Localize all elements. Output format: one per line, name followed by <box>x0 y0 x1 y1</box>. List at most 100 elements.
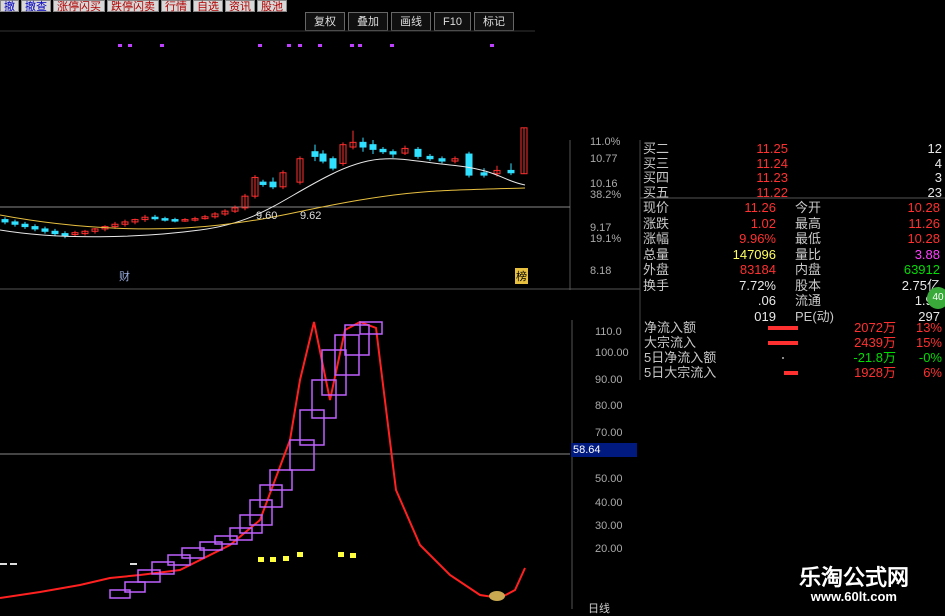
stat-label: 涨跌 <box>643 215 670 231</box>
stat-label: 现价 <box>643 200 670 215</box>
candle <box>11 221 19 225</box>
stat-value: 147096 <box>732 246 776 262</box>
candle <box>269 181 277 188</box>
signal-dot <box>160 44 164 47</box>
signal-dot <box>350 44 354 47</box>
stat-label: 最低 <box>795 231 822 246</box>
candle <box>369 144 377 150</box>
signal-dot <box>128 44 132 47</box>
stat-label: 总量 <box>643 246 670 262</box>
signal-dot <box>258 44 262 47</box>
candle <box>21 223 29 228</box>
candle <box>259 181 267 185</box>
stat-label: 换手 <box>643 277 670 293</box>
stat-value: 019 <box>754 308 776 324</box>
signal-dot <box>490 44 494 47</box>
flow-value: 2072万 <box>854 320 896 335</box>
signal-dot <box>298 44 302 47</box>
candle <box>61 233 69 237</box>
candle <box>465 153 473 176</box>
stat-value: 10.28 <box>907 200 940 215</box>
candle <box>507 169 515 174</box>
flow-value: 1928万 <box>854 365 896 380</box>
flow-percent: -0% <box>918 350 942 365</box>
ma-line-short <box>0 158 526 238</box>
indicator-axis-label: 90.00 <box>595 374 623 386</box>
stat-label: 最高 <box>795 215 822 231</box>
stat-label: 内盘 <box>795 262 822 277</box>
finance-marker[interactable]: 财 <box>119 268 130 284</box>
candle <box>319 153 327 162</box>
indicator-axis-label: 30.00 <box>595 520 623 532</box>
signal-bar <box>283 556 289 561</box>
signal-bar <box>258 557 264 562</box>
indicator-box <box>344 324 370 356</box>
current-value-box: 58.64 <box>571 443 637 457</box>
flow-label: 净流入额 <box>644 320 697 335</box>
candle <box>51 230 59 235</box>
indicator-axis-label: 50.00 <box>595 473 623 485</box>
signal-dot <box>118 44 122 47</box>
brand-url: www.60lt.com <box>810 589 897 604</box>
brand-logo-text: 乐淘公式网 <box>798 565 909 590</box>
candle <box>426 155 434 160</box>
candle <box>414 148 422 157</box>
indicator-box <box>109 589 131 599</box>
signal-dash <box>10 563 17 565</box>
rank-marker[interactable]: 榜 <box>515 268 528 284</box>
bid-price: 11.22 <box>756 184 788 200</box>
stat-value: 9.96% <box>739 231 776 246</box>
candle <box>480 172 488 176</box>
signal-dash <box>130 563 137 565</box>
kline-axis-label: 38.2% <box>590 189 622 201</box>
stat-value: 11.26 <box>908 215 940 231</box>
indicator-axis-label: 40.00 <box>595 497 623 509</box>
flow-value: -21.8万 <box>853 350 896 365</box>
candle <box>161 218 169 221</box>
candle <box>41 228 49 232</box>
signal-bar <box>350 553 356 558</box>
flow-bar <box>768 326 798 330</box>
indicator-box <box>321 349 347 396</box>
flow-label: 5日大宗流入 <box>644 365 717 380</box>
stat-label: 股本 <box>795 277 822 293</box>
signal-bar <box>270 557 276 562</box>
stat-value: 3.88 <box>914 246 940 262</box>
indicator-axis-label: 100.00 <box>595 347 629 359</box>
stat-value: 11.26 <box>744 200 776 215</box>
indicator-axis-label: 70.00 <box>595 427 623 439</box>
candle <box>311 151 319 157</box>
status-badge[interactable]: 40 <box>927 287 945 309</box>
flow-bar <box>782 357 784 359</box>
kline-axis-label: 11.0% <box>590 136 621 148</box>
stat-value: 63912 <box>903 262 940 277</box>
candle <box>1 219 9 223</box>
stat-value: 10.28 <box>907 231 940 246</box>
signal-dot <box>390 44 394 47</box>
kline-annot-1: 9.60 <box>256 210 278 222</box>
candle <box>329 158 337 169</box>
candle <box>359 141 367 148</box>
flow-percent: 6% <box>923 365 942 380</box>
flow-label: 大宗流入 <box>644 335 697 350</box>
candle <box>379 148 387 153</box>
kline-annot-2: 9.62 <box>300 210 322 222</box>
signal-dash <box>0 563 7 565</box>
indicator-box <box>137 569 161 583</box>
candle <box>31 226 39 230</box>
stat-label: 外盘 <box>643 262 670 277</box>
stat-label: 量比 <box>795 246 822 262</box>
candle <box>389 151 397 155</box>
signal-dot <box>318 44 322 47</box>
flow-label: 5日净流入额 <box>644 350 717 365</box>
period-label[interactable]: 日线 <box>588 600 610 616</box>
stat-value: 7.72% <box>739 277 776 293</box>
bid-label: 买五 <box>643 184 670 200</box>
stat-value: 83184 <box>739 262 776 277</box>
signal-dot <box>358 44 362 47</box>
flow-bar <box>784 371 798 375</box>
signal-dot <box>287 44 291 47</box>
flow-percent: 15% <box>915 335 942 350</box>
indicator-box <box>239 514 263 534</box>
flow-value: 2439万 <box>854 335 896 350</box>
